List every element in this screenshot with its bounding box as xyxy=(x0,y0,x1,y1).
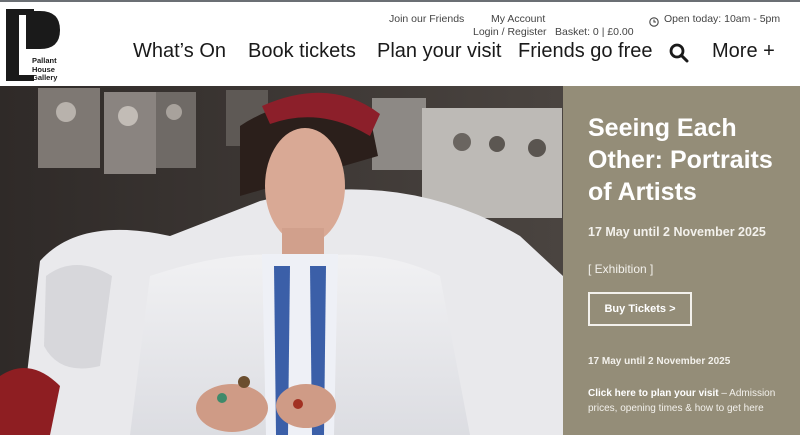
clock-icon xyxy=(649,14,659,32)
logo-wordmark: Pallant House Gallery xyxy=(32,56,58,83)
my-account-link[interactable]: My Account xyxy=(491,13,545,25)
nav-book-tickets[interactable]: Book tickets xyxy=(248,40,356,63)
exhibition-tag: [ Exhibition ] xyxy=(588,262,654,276)
plan-visit-info: Click here to plan your visit – Admissio… xyxy=(588,386,788,416)
site-logo[interactable]: Pallant House Gallery xyxy=(6,9,66,83)
join-friends-link[interactable]: Join our Friends xyxy=(389,13,464,25)
exhibition-panel: Seeing Each Other: Portraits of Artists … xyxy=(563,86,800,435)
nav-plan-visit[interactable]: Plan your visit xyxy=(377,40,502,63)
buy-tickets-button[interactable]: Buy Tickets > xyxy=(588,292,692,326)
exhibition-title[interactable]: Seeing Each Other: Portraits of Artists xyxy=(588,112,793,208)
search-icon[interactable] xyxy=(669,43,689,68)
hero-banner: Seeing Each Other: Portraits of Artists … xyxy=(0,86,800,435)
exhibition-dates: 17 May until 2 November 2025 xyxy=(588,225,766,239)
login-register-link[interactable]: Login / Register xyxy=(473,26,547,38)
portrait-photo[interactable] xyxy=(0,86,563,435)
plan-dash: – xyxy=(718,388,730,399)
site-header: Pallant House Gallery Join our Friends M… xyxy=(0,2,800,86)
nav-whats-on[interactable]: What’s On xyxy=(133,40,226,63)
exhibition-dates-small: 17 May until 2 November 2025 xyxy=(588,356,731,367)
logo-line-3: Gallery xyxy=(32,73,58,82)
nav-friends-go-free[interactable]: Friends go free xyxy=(518,40,653,63)
nav-more[interactable]: More + xyxy=(712,40,775,63)
basket-link[interactable]: Basket: 0 | £0.00 xyxy=(555,26,634,38)
plan-visit-link[interactable]: Click here to plan your visit xyxy=(588,388,719,399)
opening-hours: Open today: 10am - 5pm xyxy=(664,13,781,25)
